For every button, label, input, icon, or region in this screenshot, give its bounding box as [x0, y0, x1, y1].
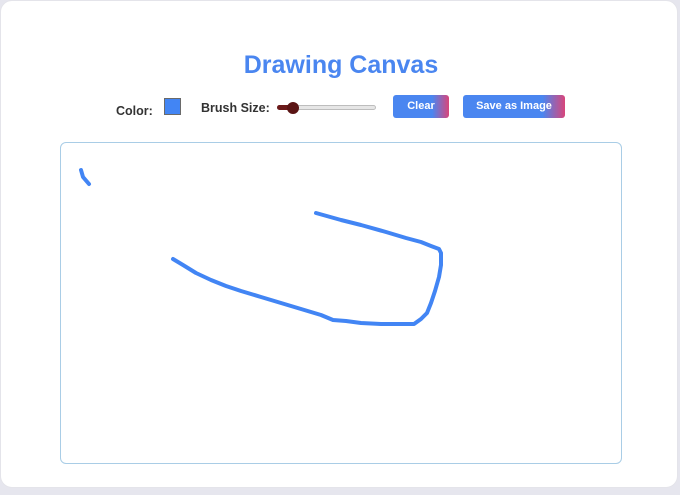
toolbar: Color: Brush Size: Clear Save as Image	[1, 95, 680, 119]
drawing-canvas[interactable]	[60, 142, 622, 464]
color-picker[interactable]	[164, 98, 181, 115]
brush-size-label: Brush Size:	[201, 101, 270, 115]
app-card: Drawing Canvas Color: Brush Size: Clear …	[0, 0, 678, 488]
brush-stroke-2	[171, 211, 443, 326]
save-as-image-button[interactable]: Save as Image	[463, 95, 565, 118]
slider-thumb[interactable]	[287, 102, 300, 114]
brush-stroke-1	[79, 168, 91, 186]
brush-size-slider[interactable]	[277, 102, 377, 114]
page-title: Drawing Canvas	[243, 51, 439, 79]
clear-button[interactable]: Clear	[393, 95, 449, 118]
canvas-drawing	[79, 168, 443, 326]
color-label: Color:	[116, 104, 153, 118]
